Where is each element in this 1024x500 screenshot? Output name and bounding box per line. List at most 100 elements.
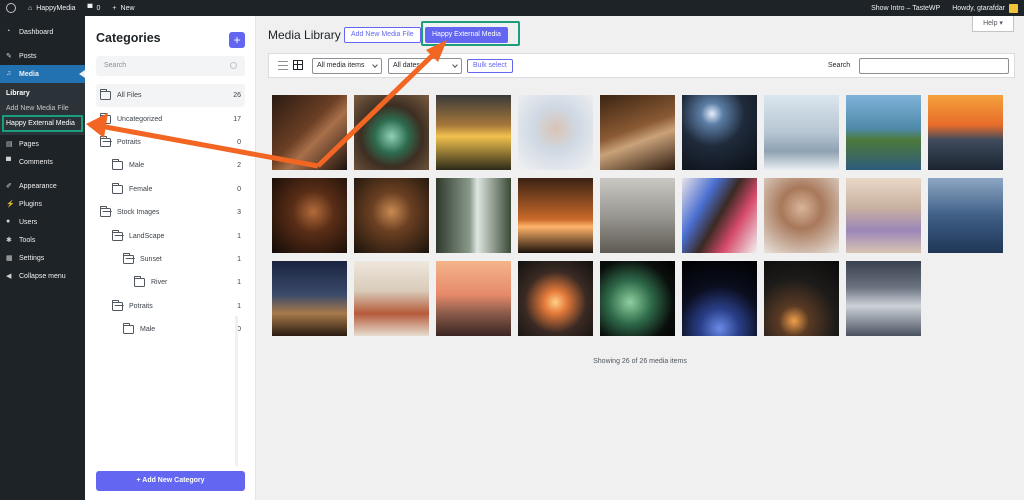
media-item-green-window[interactable] <box>354 95 429 170</box>
media-item-waterfall[interactable] <box>436 178 511 253</box>
media-item-man-painted-wall[interactable] <box>682 178 757 253</box>
collapse-icon: ◀ <box>6 273 12 280</box>
pin-icon: ✎ <box>6 53 12 60</box>
plus-icon: + <box>112 4 117 12</box>
category-stock-images[interactable]: Stock Images 3 <box>96 201 245 224</box>
category-search-input[interactable]: Search <box>96 56 245 76</box>
list-view-icon[interactable] <box>278 61 288 70</box>
menu-item-appearance[interactable]: ✐ Appearance <box>0 177 85 195</box>
new-content-link[interactable]: + New <box>106 0 140 16</box>
help-tab[interactable]: Help ▾ <box>972 16 1014 32</box>
media-item-pier-sunset[interactable] <box>928 95 1003 170</box>
brush-icon: ✐ <box>6 183 12 190</box>
media-item-coast-rock[interactable] <box>846 95 921 170</box>
menu-item-dashboard[interactable]: ◔ Dashboard <box>0 23 85 41</box>
category-potraits-sub[interactable]: Potraits 1 <box>96 295 245 318</box>
media-toolbar: All media items All dates Bulk select Se… <box>268 53 1015 78</box>
media-item-woman-portrait[interactable] <box>764 178 839 253</box>
category-potraits[interactable]: Potraits 0 <box>96 131 245 154</box>
admin-menu: ◔ Dashboard ✎ Posts ♫ Media Library Add New… <box>0 16 85 500</box>
media-item-woman-hand-face[interactable] <box>272 95 347 170</box>
submenu-add-new-media[interactable]: Add New Media File <box>0 101 85 116</box>
account-menu[interactable]: Howdy, gtarafdar <box>946 0 1024 16</box>
folder-icon <box>112 182 123 194</box>
search-label: Search <box>828 62 851 69</box>
folder-icon <box>100 112 111 124</box>
media-item-cloud-mountains[interactable] <box>846 261 921 336</box>
menu-item-collapse[interactable]: ◀ Collapse menu <box>0 267 85 285</box>
category-uncategorized[interactable]: Uncategorized 17 <box>96 107 245 130</box>
media-item-moon-street[interactable] <box>682 95 757 170</box>
wp-logo-link[interactable] <box>0 0 22 16</box>
bulk-select-button[interactable]: Bulk select <box>467 59 513 73</box>
media-item-blue-grass[interactable] <box>928 178 1003 253</box>
submenu-library[interactable]: Library <box>0 86 85 101</box>
folder-icon <box>100 89 111 101</box>
categories-panel: Categories + Search All Files 26 Uncatego… <box>85 16 256 500</box>
category-all-files[interactable]: All Files 26 <box>96 84 245 108</box>
category-sunset[interactable]: Sunset 1 <box>96 248 245 271</box>
menu-item-plugins[interactable]: ⚡ Plugins <box>0 195 85 213</box>
grid-view-icon[interactable] <box>293 60 303 70</box>
media-item-starry-desert[interactable] <box>272 261 347 336</box>
media-item-person-night[interactable] <box>764 261 839 336</box>
menu-item-media[interactable]: ♫ Media <box>0 65 85 83</box>
category-tree: All Files 26 Uncategorized 17 Potraits 0 Ma… <box>96 84 245 341</box>
add-category-button[interactable]: + <box>229 32 245 48</box>
media-item-woman-shadow[interactable] <box>272 178 347 253</box>
media-item-sunflowers-storm[interactable] <box>436 95 511 170</box>
folder-icon <box>134 276 145 288</box>
media-item-green-planet[interactable] <box>600 261 675 336</box>
media-icon: ♫ <box>6 70 12 77</box>
folder-open-icon <box>112 229 123 241</box>
category-scrollbar[interactable] <box>235 316 238 466</box>
wrench-icon: ✱ <box>6 237 12 244</box>
categories-title: Categories <box>96 31 161 45</box>
media-search-input[interactable] <box>859 58 1009 74</box>
submenu-happy-external-media[interactable]: Happy External Media <box>2 115 83 132</box>
media-item-snow-city[interactable] <box>764 95 839 170</box>
media-type-filter[interactable]: All media items <box>312 58 382 74</box>
media-item-old-king[interactable] <box>600 95 675 170</box>
folder-open-icon <box>112 299 123 311</box>
media-item-orange-dusk[interactable] <box>518 178 593 253</box>
menu-item-tools[interactable]: ✱ Tools <box>0 231 85 249</box>
media-item-foggy-beach[interactable] <box>600 178 675 253</box>
media-item-man-sunglasses[interactable] <box>354 178 429 253</box>
showing-count: Showing 26 of 26 media items <box>593 358 687 365</box>
media-item-mountain-sunrise[interactable] <box>518 261 593 336</box>
media-item-bunny-illustration[interactable] <box>518 95 593 170</box>
search-icon <box>230 62 237 69</box>
dashboard-icon: ◔ <box>6 28 11 35</box>
comments-link[interactable]: ▀ 0 <box>82 0 107 16</box>
category-landscape[interactable]: LandScape 1 <box>96 224 245 247</box>
media-submenu: Library Add New Media File Happy Externa… <box>0 83 85 135</box>
admin-bar: ⌂ HappyMedia ▀ 0 + New Show Intro – TasteWP… <box>0 0 1024 16</box>
avatar <box>1009 3 1018 13</box>
category-river[interactable]: River 1 <box>96 271 245 294</box>
menu-item-settings[interactable]: ▦ Settings <box>0 249 85 267</box>
folder-open-icon <box>123 252 134 264</box>
media-item-woman-purple-dress[interactable] <box>846 178 921 253</box>
menu-item-posts[interactable]: ✎ Posts <box>0 47 85 65</box>
wordpress-icon <box>6 3 16 13</box>
show-intro-link[interactable]: Show Intro – TasteWP <box>865 0 946 16</box>
add-new-media-button[interactable]: Add New Media File <box>344 27 421 43</box>
category-male[interactable]: Male 2 <box>96 154 245 177</box>
media-item-kitchen-pots[interactable] <box>354 261 429 336</box>
category-male-sub[interactable]: Male 0 <box>96 318 245 341</box>
page-icon: ▤ <box>6 141 13 148</box>
media-item-earth-space[interactable] <box>682 261 757 336</box>
date-filter[interactable]: All dates <box>388 58 462 74</box>
category-female[interactable]: Female 0 <box>96 178 245 201</box>
page-title: Media Library <box>268 28 341 42</box>
add-new-category-button[interactable]: + Add New Category <box>96 471 245 491</box>
media-item-hazy-mountains[interactable] <box>436 261 511 336</box>
menu-item-users[interactable]: ● Users <box>0 213 85 231</box>
menu-item-comments[interactable]: ▀ Comments <box>0 153 85 171</box>
chevron-down-icon <box>372 62 378 68</box>
site-name-link[interactable]: ⌂ HappyMedia <box>22 0 82 16</box>
folder-open-icon <box>100 206 111 218</box>
folder-icon <box>123 323 134 335</box>
menu-item-pages[interactable]: ▤ Pages <box>0 135 85 153</box>
